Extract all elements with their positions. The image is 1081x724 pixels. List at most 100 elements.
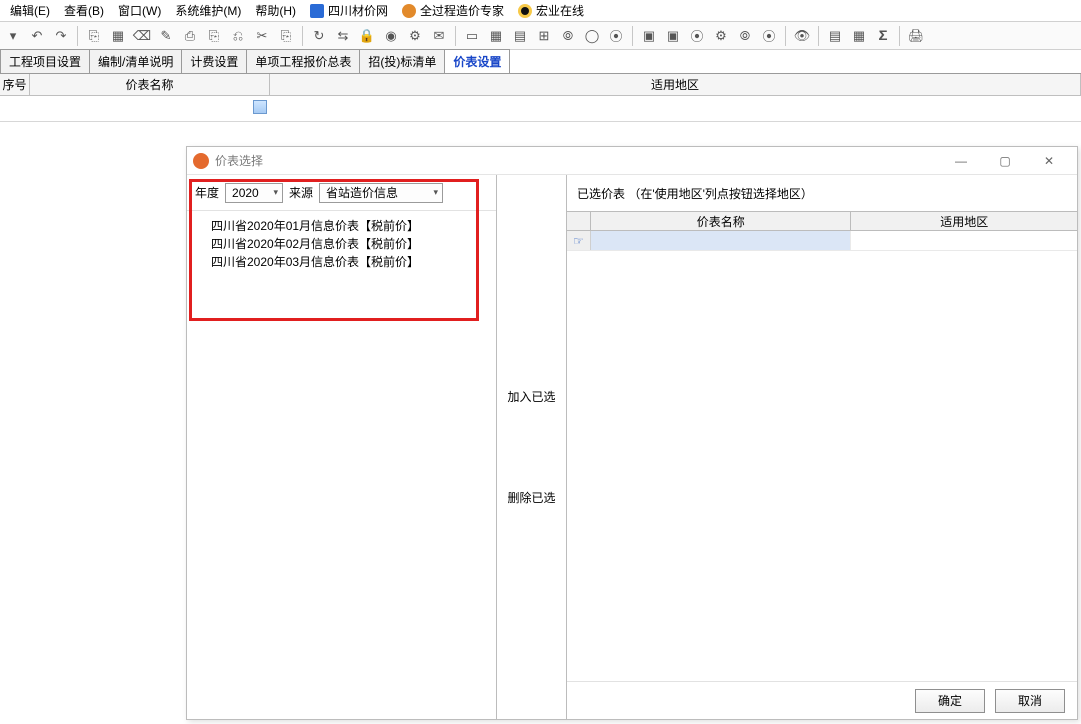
- toolbar-button-40[interactable]: 𝚺: [872, 25, 894, 47]
- toolbar-button-30[interactable]: ▣: [662, 25, 684, 47]
- toolbar-button-6[interactable]: ⌫: [131, 25, 153, 47]
- selected-grid-header: 价表名称 适用地区: [567, 211, 1077, 231]
- toolbar-button-18[interactable]: ⚙: [404, 25, 426, 47]
- tab-5[interactable]: 价表设置: [444, 49, 510, 73]
- toolbar-button-16[interactable]: 🔒: [356, 25, 378, 47]
- tab-1[interactable]: 编制/清单说明: [89, 49, 182, 73]
- toolbar-button-19[interactable]: ✉: [428, 25, 450, 47]
- toolbar-button-23[interactable]: ▤: [509, 25, 531, 47]
- toolbar-button-24[interactable]: ⊞: [533, 25, 555, 47]
- ext-link-sccj[interactable]: 四川材价网: [304, 0, 394, 21]
- tab-2[interactable]: 计费设置: [181, 49, 247, 73]
- toolbar-button-21[interactable]: ▭: [461, 25, 483, 47]
- main-grid-body: [0, 96, 1081, 122]
- close-button[interactable]: ✕: [1027, 148, 1071, 174]
- selected-panel: 已选价表 （在'使用地区'列点按钮选择地区） 价表名称 适用地区 ☞ 确定 取消: [567, 175, 1077, 719]
- toolbar-button-7[interactable]: ✎: [155, 25, 177, 47]
- price-table-dialog: 价表选择 — ▢ ✕ 年度 2020 ▾ 来源 省站造价信息 ▾ 四川省2020: [186, 146, 1078, 720]
- selected-grid-body[interactable]: ☞: [567, 231, 1077, 681]
- toolbar-button-5[interactable]: ▦: [107, 25, 129, 47]
- toolbar-button-32[interactable]: ⚙: [710, 25, 732, 47]
- toolbar-button-2[interactable]: ↷: [50, 25, 72, 47]
- tab-0[interactable]: 工程项目设置: [0, 49, 90, 73]
- menu-view[interactable]: 查看(B): [58, 0, 110, 21]
- dialog-titlebar[interactable]: 价表选择 — ▢ ✕: [187, 147, 1077, 175]
- toolbar-button-17[interactable]: ◉: [380, 25, 402, 47]
- grid-cell-indicator[interactable]: [253, 100, 267, 114]
- source-panel: 年度 2020 ▾ 来源 省站造价信息 ▾ 四川省2020年01月信息价表【税前…: [187, 175, 497, 719]
- toolbar-button-33[interactable]: ⦾: [734, 25, 756, 47]
- source-value: 省站造价信息: [326, 184, 398, 201]
- toolbar-button-39[interactable]: ▦: [848, 25, 870, 47]
- selected-row[interactable]: ☞: [567, 231, 1077, 251]
- toolbar-button-11[interactable]: ✂: [251, 25, 273, 47]
- source-item-2[interactable]: 四川省2020年03月信息价表【税前价】: [211, 253, 496, 271]
- selected-header-name[interactable]: 价表名称: [591, 212, 851, 230]
- toolbar-separator: [818, 26, 819, 46]
- ext-icon-o: [402, 4, 416, 18]
- toolbar-separator: [785, 26, 786, 46]
- toolbar-button-38[interactable]: ▤: [824, 25, 846, 47]
- toolbar-button-8[interactable]: ⎙: [179, 25, 201, 47]
- transfer-column: 加入已选 删除已选: [497, 175, 567, 719]
- toolbar-button-36[interactable]: 👁: [791, 25, 813, 47]
- toolbar-button-9[interactable]: ⎘: [203, 25, 225, 47]
- menubar: 编辑(E) 查看(B) 窗口(W) 系统维护(M) 帮助(H) 四川材价网 全过…: [0, 0, 1081, 22]
- grid-header-name[interactable]: 价表名称: [30, 74, 270, 95]
- dialog-sysbuttons: — ▢ ✕: [939, 148, 1071, 174]
- ok-button[interactable]: 确定: [915, 689, 985, 713]
- maximize-button[interactable]: ▢: [983, 148, 1027, 174]
- ext-label: 四川材价网: [328, 2, 388, 19]
- source-list[interactable]: 四川省2020年01月信息价表【税前价】四川省2020年02月信息价表【税前价】…: [187, 211, 496, 719]
- source-item-1[interactable]: 四川省2020年02月信息价表【税前价】: [211, 235, 496, 253]
- tabrow: 工程项目设置编制/清单说明计费设置单项工程报价总表招(投)标清单价表设置: [0, 50, 1081, 74]
- toolbar-button-22[interactable]: ▦: [485, 25, 507, 47]
- toolbar-separator: [302, 26, 303, 46]
- menu-window[interactable]: 窗口(W): [112, 0, 167, 21]
- toolbar-button-0[interactable]: ▾: [2, 25, 24, 47]
- toolbar-button-26[interactable]: ◯: [581, 25, 603, 47]
- dialog-icon: [193, 153, 209, 169]
- toolbar: ▾↶↷⎘▦⌫✎⎙⎘⎌✂⎘↻⇆🔒◉⚙✉▭▦▤⊞⦾◯⦿▣▣⦿⚙⦾⦿👁▤▦𝚺🖨: [0, 22, 1081, 50]
- selected-header-handle: [567, 212, 591, 230]
- toolbar-separator: [455, 26, 456, 46]
- toolbar-button-25[interactable]: ⦾: [557, 25, 579, 47]
- selected-row-name[interactable]: [591, 231, 851, 250]
- dialog-body: 年度 2020 ▾ 来源 省站造价信息 ▾ 四川省2020年01月信息价表【税前…: [187, 175, 1077, 719]
- source-combo[interactable]: 省站造价信息 ▾: [319, 183, 443, 203]
- selected-header-region[interactable]: 适用地区: [851, 212, 1077, 230]
- add-to-selected-button[interactable]: 加入已选: [503, 386, 561, 407]
- selected-row-region[interactable]: [851, 231, 1077, 250]
- tab-3[interactable]: 单项工程报价总表: [246, 49, 360, 73]
- remove-from-selected-button[interactable]: 删除已选: [503, 487, 561, 508]
- toolbar-separator: [77, 26, 78, 46]
- toolbar-button-12[interactable]: ⎘: [275, 25, 297, 47]
- year-value: 2020: [232, 186, 259, 200]
- menu-maint[interactable]: 系统维护(M): [169, 0, 247, 21]
- grid-header-serial[interactable]: 序号: [0, 74, 30, 95]
- chevron-down-icon: ▾: [434, 187, 439, 198]
- menu-help[interactable]: 帮助(H): [249, 0, 302, 21]
- toolbar-button-1[interactable]: ↶: [26, 25, 48, 47]
- source-item-0[interactable]: 四川省2020年01月信息价表【税前价】: [211, 217, 496, 235]
- toolbar-button-4[interactable]: ⎘: [83, 25, 105, 47]
- ext-link-hy[interactable]: 宏业在线: [512, 0, 590, 21]
- toolbar-button-29[interactable]: ▣: [638, 25, 660, 47]
- ext-link-zjzj[interactable]: 全过程造价专家: [396, 0, 510, 21]
- menu-edit[interactable]: 编辑(E): [4, 0, 56, 21]
- toolbar-button-27[interactable]: ⦿: [605, 25, 627, 47]
- grid-header-region[interactable]: 适用地区: [270, 74, 1081, 95]
- tab-4[interactable]: 招(投)标清单: [359, 49, 445, 73]
- toolbar-button-15[interactable]: ⇆: [332, 25, 354, 47]
- toolbar-button-14[interactable]: ↻: [308, 25, 330, 47]
- year-combo[interactable]: 2020 ▾: [225, 183, 283, 203]
- toolbar-button-34[interactable]: ⦿: [758, 25, 780, 47]
- toolbar-button-42[interactable]: 🖨: [905, 25, 927, 47]
- minimize-button[interactable]: —: [939, 148, 983, 174]
- toolbar-button-31[interactable]: ⦿: [686, 25, 708, 47]
- selected-caption: 已选价表 （在'使用地区'列点按钮选择地区）: [567, 175, 1077, 211]
- cancel-button[interactable]: 取消: [995, 689, 1065, 713]
- toolbar-separator: [899, 26, 900, 46]
- toolbar-button-10[interactable]: ⎌: [227, 25, 249, 47]
- source-label: 来源: [289, 184, 313, 201]
